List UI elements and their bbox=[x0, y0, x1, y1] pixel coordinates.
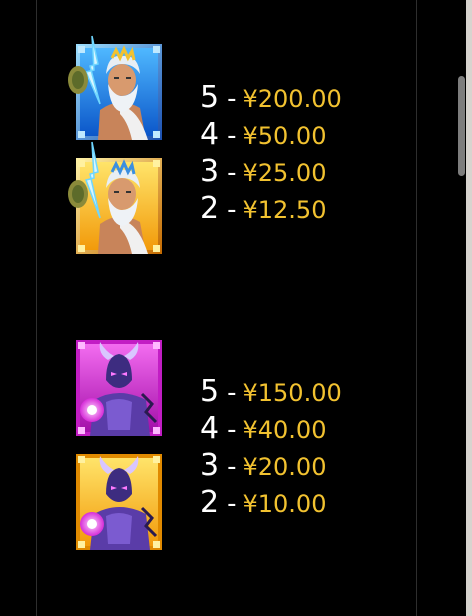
payout-value: ¥200.00 bbox=[242, 85, 342, 113]
payout-row: 5 - ¥150.00 bbox=[200, 374, 342, 411]
separator-dash: - bbox=[227, 378, 237, 408]
zeus-symbol-icon bbox=[68, 141, 162, 254]
payout-row: 4 - ¥40.00 bbox=[200, 411, 342, 448]
separator-dash: - bbox=[227, 489, 237, 519]
payout-row: 3 - ¥25.00 bbox=[200, 154, 342, 191]
scrollbar-thumb[interactable] bbox=[458, 76, 465, 176]
separator-dash: - bbox=[227, 84, 237, 114]
payout-value: ¥150.00 bbox=[242, 379, 342, 407]
match-count: 5 bbox=[200, 80, 220, 115]
paytable-page: 5 - ¥200.00 4 - ¥50.00 3 - ¥25.00 2 - ¥1… bbox=[0, 0, 472, 616]
separator-dash: - bbox=[227, 158, 237, 188]
payout-row: 3 - ¥20.00 bbox=[200, 448, 342, 485]
match-count: 3 bbox=[200, 448, 220, 483]
horned-warrior-symbol-icon bbox=[76, 454, 162, 550]
panel-right-border bbox=[416, 0, 417, 616]
match-count: 3 bbox=[200, 154, 220, 189]
demon-warrior-paytable: 5 - ¥150.00 4 - ¥40.00 3 - ¥20.00 2 - ¥1… bbox=[200, 374, 342, 522]
match-count: 4 bbox=[200, 117, 220, 152]
payout-row: 5 - ¥200.00 bbox=[200, 80, 342, 117]
payout-value: ¥12.50 bbox=[242, 196, 327, 224]
match-count: 4 bbox=[200, 411, 220, 446]
separator-dash: - bbox=[227, 415, 237, 445]
payout-value: ¥50.00 bbox=[242, 122, 327, 150]
match-count: 2 bbox=[200, 191, 220, 226]
horned-warrior-symbol-icon bbox=[76, 340, 162, 436]
window-edge bbox=[466, 0, 472, 616]
zeus-symbol-icon bbox=[68, 35, 162, 140]
zeus-paytable: 5 - ¥200.00 4 - ¥50.00 3 - ¥25.00 2 - ¥1… bbox=[200, 80, 342, 228]
payout-row: 2 - ¥10.00 bbox=[200, 485, 342, 522]
payout-row: 4 - ¥50.00 bbox=[200, 117, 342, 154]
payout-value: ¥25.00 bbox=[242, 159, 327, 187]
payout-value: ¥10.00 bbox=[242, 490, 327, 518]
match-count: 5 bbox=[200, 374, 220, 409]
payout-value: ¥40.00 bbox=[242, 416, 327, 444]
payout-row: 2 - ¥12.50 bbox=[200, 191, 342, 228]
separator-dash: - bbox=[227, 452, 237, 482]
separator-dash: - bbox=[227, 195, 237, 225]
match-count: 2 bbox=[200, 485, 220, 520]
separator-dash: - bbox=[227, 121, 237, 151]
panel-left-border bbox=[36, 0, 37, 616]
payout-value: ¥20.00 bbox=[242, 453, 327, 481]
